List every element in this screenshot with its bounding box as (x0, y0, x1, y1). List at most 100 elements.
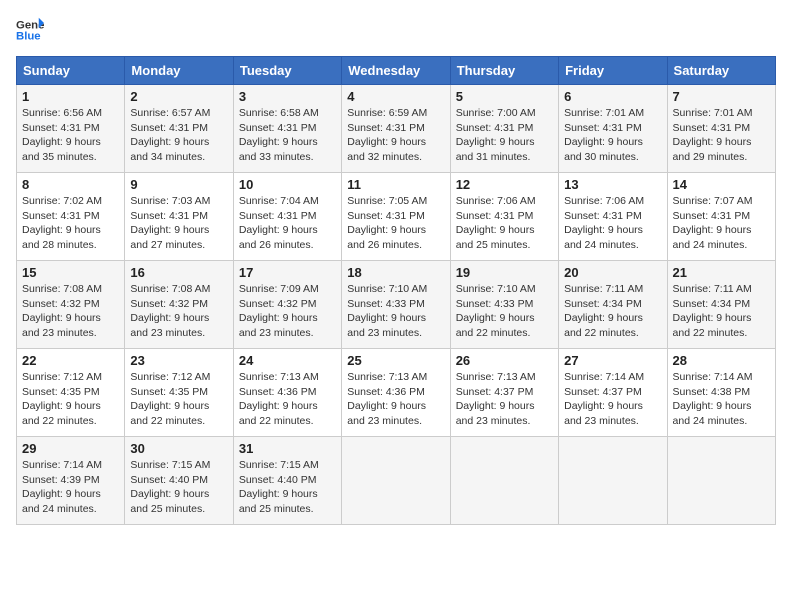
day-info: Sunrise: 7:01 AM Sunset: 4:31 PM Dayligh… (564, 106, 661, 165)
day-info: Sunrise: 7:12 AM Sunset: 4:35 PM Dayligh… (130, 370, 227, 429)
day-number: 16 (130, 265, 227, 280)
day-info: Sunrise: 7:10 AM Sunset: 4:33 PM Dayligh… (456, 282, 553, 341)
day-info: Sunrise: 7:14 AM Sunset: 4:39 PM Dayligh… (22, 458, 119, 517)
calendar-cell: 1 Sunrise: 6:56 AM Sunset: 4:31 PM Daylig… (17, 85, 125, 173)
calendar-cell (559, 437, 667, 525)
day-info: Sunrise: 7:03 AM Sunset: 4:31 PM Dayligh… (130, 194, 227, 253)
day-info: Sunrise: 7:13 AM Sunset: 4:36 PM Dayligh… (239, 370, 336, 429)
calendar-week-4: 22 Sunrise: 7:12 AM Sunset: 4:35 PM Dayli… (17, 349, 776, 437)
day-info: Sunrise: 6:59 AM Sunset: 4:31 PM Dayligh… (347, 106, 444, 165)
calendar-week-5: 29 Sunrise: 7:14 AM Sunset: 4:39 PM Dayli… (17, 437, 776, 525)
day-info: Sunrise: 6:56 AM Sunset: 4:31 PM Dayligh… (22, 106, 119, 165)
day-number: 27 (564, 353, 661, 368)
calendar-cell: 7 Sunrise: 7:01 AM Sunset: 4:31 PM Daylig… (667, 85, 775, 173)
day-number: 21 (673, 265, 770, 280)
day-number: 7 (673, 89, 770, 104)
calendar-cell: 18Sunrise: 7:10 AM Sunset: 4:33 PM Dayli… (342, 261, 450, 349)
calendar-cell: 20 Sunrise: 7:11 AM Sunset: 4:34 PM Dayli… (559, 261, 667, 349)
calendar-cell: 9 Sunrise: 7:03 AM Sunset: 4:31 PM Daylig… (125, 173, 233, 261)
day-info: Sunrise: 7:11 AM Sunset: 4:34 PM Dayligh… (564, 282, 661, 341)
day-number: 4 (347, 89, 444, 104)
calendar-cell: 11 Sunrise: 7:05 AM Sunset: 4:31 PM Dayli… (342, 173, 450, 261)
calendar-cell: 17Sunrise: 7:09 AM Sunset: 4:32 PM Dayli… (233, 261, 341, 349)
calendar-cell: 24 Sunrise: 7:13 AM Sunset: 4:36 PM Dayli… (233, 349, 341, 437)
day-number: 24 (239, 353, 336, 368)
day-number: 9 (130, 177, 227, 192)
day-info: Sunrise: 7:06 AM Sunset: 4:31 PM Dayligh… (564, 194, 661, 253)
calendar-week-3: 15 Sunrise: 7:08 AM Sunset: 4:32 PM Dayli… (17, 261, 776, 349)
day-number: 20 (564, 265, 661, 280)
day-number: 2 (130, 89, 227, 104)
day-number: 26 (456, 353, 553, 368)
day-number: 19 (456, 265, 553, 280)
day-number: 25 (347, 353, 444, 368)
calendar-cell: 13 Sunrise: 7:06 AM Sunset: 4:31 PM Dayli… (559, 173, 667, 261)
day-info: Sunrise: 7:08 AM Sunset: 4:32 PM Dayligh… (22, 282, 119, 341)
day-info: Sunrise: 7:14 AM Sunset: 4:38 PM Dayligh… (673, 370, 770, 429)
header-friday: Friday (559, 57, 667, 85)
calendar-week-2: 8 Sunrise: 7:02 AM Sunset: 4:31 PM Daylig… (17, 173, 776, 261)
day-info: Sunrise: 7:07 AM Sunset: 4:31 PM Dayligh… (673, 194, 770, 253)
calendar-week-1: 1 Sunrise: 6:56 AM Sunset: 4:31 PM Daylig… (17, 85, 776, 173)
calendar-header-row: SundayMondayTuesdayWednesdayThursdayFrid… (17, 57, 776, 85)
day-info: Sunrise: 7:09 AM Sunset: 4:32 PM Dayligh… (239, 282, 336, 341)
svg-text:Blue: Blue (16, 31, 41, 43)
day-number: 3 (239, 89, 336, 104)
day-info: Sunrise: 7:15 AM Sunset: 4:40 PM Dayligh… (239, 458, 336, 517)
calendar-cell: 6 Sunrise: 7:01 AM Sunset: 4:31 PM Daylig… (559, 85, 667, 173)
calendar-cell (450, 437, 558, 525)
day-info: Sunrise: 7:02 AM Sunset: 4:31 PM Dayligh… (22, 194, 119, 253)
day-number: 31 (239, 441, 336, 456)
day-number: 29 (22, 441, 119, 456)
header-tuesday: Tuesday (233, 57, 341, 85)
day-number: 28 (673, 353, 770, 368)
day-info: Sunrise: 7:10 AM Sunset: 4:33 PM Dayligh… (347, 282, 444, 341)
day-number: 15 (22, 265, 119, 280)
day-info: Sunrise: 6:58 AM Sunset: 4:31 PM Dayligh… (239, 106, 336, 165)
logo-icon: General Blue (16, 16, 44, 44)
calendar-body: 1 Sunrise: 6:56 AM Sunset: 4:31 PM Daylig… (17, 85, 776, 525)
day-number: 6 (564, 89, 661, 104)
day-info: Sunrise: 7:06 AM Sunset: 4:31 PM Dayligh… (456, 194, 553, 253)
calendar-cell: 4 Sunrise: 6:59 AM Sunset: 4:31 PM Daylig… (342, 85, 450, 173)
calendar-cell: 29 Sunrise: 7:14 AM Sunset: 4:39 PM Dayli… (17, 437, 125, 525)
calendar-cell (667, 437, 775, 525)
calendar-cell: 14 Sunrise: 7:07 AM Sunset: 4:31 PM Dayli… (667, 173, 775, 261)
day-number: 10 (239, 177, 336, 192)
calendar-cell: 10 Sunrise: 7:04 AM Sunset: 4:31 PM Dayli… (233, 173, 341, 261)
header-wednesday: Wednesday (342, 57, 450, 85)
day-info: Sunrise: 7:01 AM Sunset: 4:31 PM Dayligh… (673, 106, 770, 165)
day-info: Sunrise: 7:12 AM Sunset: 4:35 PM Dayligh… (22, 370, 119, 429)
header-sunday: Sunday (17, 57, 125, 85)
day-number: 11 (347, 177, 444, 192)
calendar-cell: 25 Sunrise: 7:13 AM Sunset: 4:36 PM Dayli… (342, 349, 450, 437)
day-info: Sunrise: 7:04 AM Sunset: 4:31 PM Dayligh… (239, 194, 336, 253)
calendar-cell: 16 Sunrise: 7:08 AM Sunset: 4:32 PM Dayli… (125, 261, 233, 349)
day-info: Sunrise: 7:00 AM Sunset: 4:31 PM Dayligh… (456, 106, 553, 165)
calendar-cell: 27 Sunrise: 7:14 AM Sunset: 4:37 PM Dayli… (559, 349, 667, 437)
calendar-cell: 12 Sunrise: 7:06 AM Sunset: 4:31 PM Dayli… (450, 173, 558, 261)
day-info: Sunrise: 7:15 AM Sunset: 4:40 PM Dayligh… (130, 458, 227, 517)
day-number: 1 (22, 89, 119, 104)
day-number: 8 (22, 177, 119, 192)
day-info: Sunrise: 7:13 AM Sunset: 4:36 PM Dayligh… (347, 370, 444, 429)
calendar-cell: 22 Sunrise: 7:12 AM Sunset: 4:35 PM Dayli… (17, 349, 125, 437)
day-info: Sunrise: 7:14 AM Sunset: 4:37 PM Dayligh… (564, 370, 661, 429)
day-info: Sunrise: 7:08 AM Sunset: 4:32 PM Dayligh… (130, 282, 227, 341)
calendar-cell: 31 Sunrise: 7:15 AM Sunset: 4:40 PM Dayli… (233, 437, 341, 525)
day-info: Sunrise: 7:11 AM Sunset: 4:34 PM Dayligh… (673, 282, 770, 341)
day-number: 22 (22, 353, 119, 368)
day-info: Sunrise: 6:57 AM Sunset: 4:31 PM Dayligh… (130, 106, 227, 165)
day-info: Sunrise: 7:05 AM Sunset: 4:31 PM Dayligh… (347, 194, 444, 253)
header-thursday: Thursday (450, 57, 558, 85)
day-number: 13 (564, 177, 661, 192)
calendar-cell: 23 Sunrise: 7:12 AM Sunset: 4:35 PM Dayli… (125, 349, 233, 437)
calendar-cell: 2 Sunrise: 6:57 AM Sunset: 4:31 PM Daylig… (125, 85, 233, 173)
day-number: 23 (130, 353, 227, 368)
calendar-cell: 28 Sunrise: 7:14 AM Sunset: 4:38 PM Dayli… (667, 349, 775, 437)
day-number: 14 (673, 177, 770, 192)
calendar-cell: 3 Sunrise: 6:58 AM Sunset: 4:31 PM Daylig… (233, 85, 341, 173)
calendar-cell: 8 Sunrise: 7:02 AM Sunset: 4:31 PM Daylig… (17, 173, 125, 261)
day-number: 12 (456, 177, 553, 192)
header-monday: Monday (125, 57, 233, 85)
